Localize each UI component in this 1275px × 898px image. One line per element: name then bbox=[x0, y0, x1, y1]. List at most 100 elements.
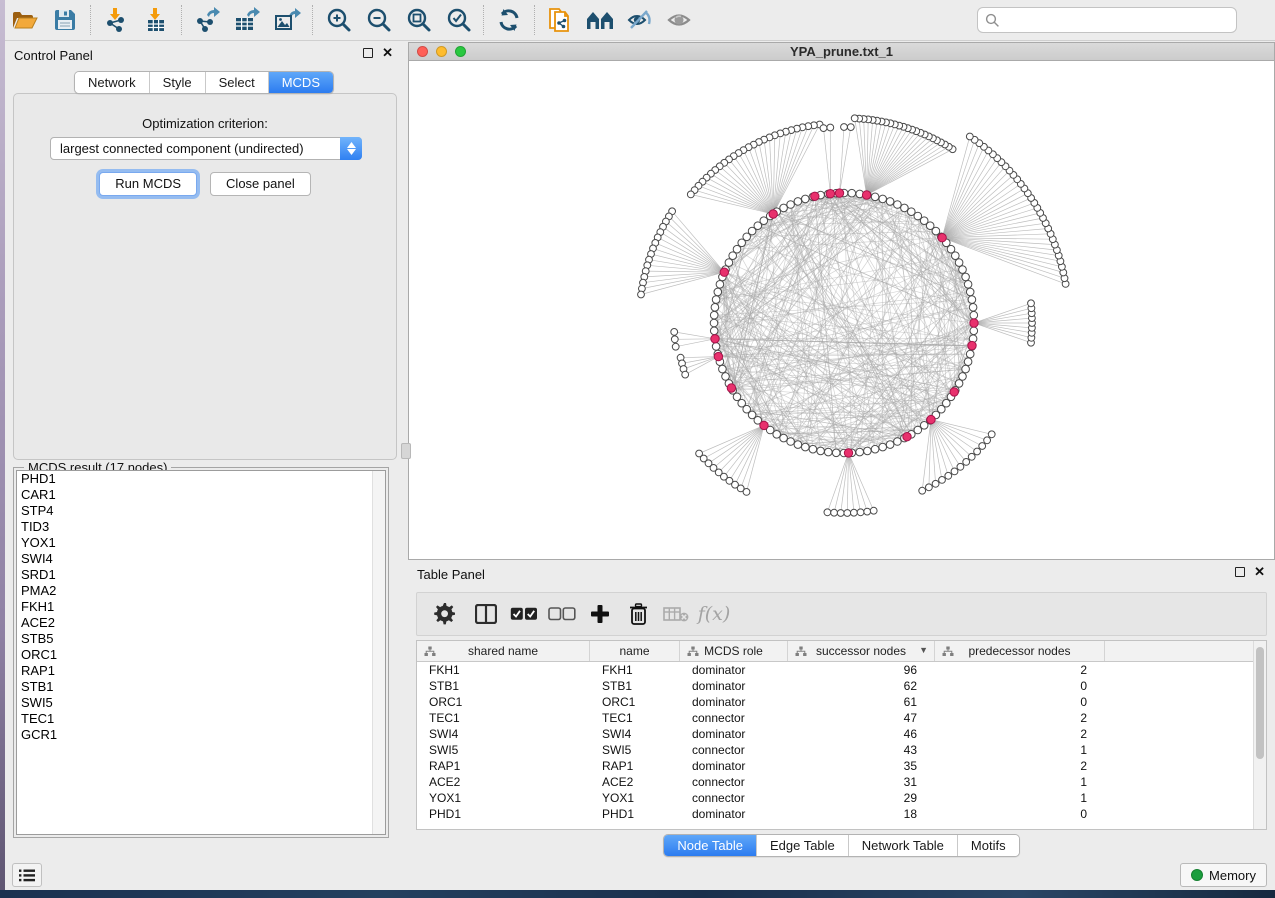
graph-node[interactable] bbox=[794, 198, 802, 206]
mcds-result-item[interactable]: YOX1 bbox=[17, 535, 385, 551]
cell-MCDS-role[interactable]: connector bbox=[680, 742, 788, 758]
table-row[interactable]: PHD1PHD1dominator180 bbox=[417, 806, 1253, 822]
splitter-grip[interactable] bbox=[401, 443, 411, 459]
graph-mcds-node[interactable] bbox=[711, 335, 719, 343]
graph-node[interactable] bbox=[919, 487, 926, 494]
graph-node[interactable] bbox=[894, 438, 902, 446]
add-column-button[interactable] bbox=[581, 595, 619, 633]
graph-node[interactable] bbox=[955, 259, 963, 267]
graph-mcds-node[interactable] bbox=[903, 433, 911, 441]
mcds-result-item[interactable]: TID3 bbox=[17, 519, 385, 535]
cell-MCDS-role[interactable]: dominator bbox=[680, 694, 788, 710]
run-mcds-button[interactable]: Run MCDS bbox=[99, 172, 197, 196]
cell-MCDS-role[interactable]: dominator bbox=[680, 806, 788, 822]
import-network-button[interactable] bbox=[96, 3, 136, 37]
cell-name[interactable]: TEC1 bbox=[590, 710, 680, 726]
zoom-out-button[interactable] bbox=[358, 3, 398, 37]
task-history-button[interactable] bbox=[12, 863, 42, 887]
cell-successor-nodes[interactable]: 61 bbox=[788, 694, 935, 710]
graph-mcds-node[interactable] bbox=[727, 384, 735, 392]
cell-MCDS-role[interactable]: dominator bbox=[680, 726, 788, 742]
cell-MCDS-role[interactable]: dominator bbox=[680, 662, 788, 678]
graph-node[interactable] bbox=[844, 510, 851, 517]
graph-node[interactable] bbox=[963, 459, 970, 466]
cell-shared-name[interactable]: ORC1 bbox=[417, 694, 590, 710]
graph-node[interactable] bbox=[871, 445, 879, 453]
graph-node[interactable] bbox=[871, 193, 879, 201]
mcds-result-item[interactable]: ORC1 bbox=[17, 647, 385, 663]
graph-node[interactable] bbox=[945, 472, 952, 479]
table-row[interactable]: TEC1TEC1connector472 bbox=[417, 710, 1253, 726]
first-neighbors-button[interactable] bbox=[580, 3, 620, 37]
graph-mcds-node[interactable] bbox=[835, 189, 843, 197]
optimization-criterion-select[interactable]: largest connected component (undirected) bbox=[50, 137, 362, 160]
graph-node[interactable] bbox=[968, 453, 975, 460]
cell-predecessor-nodes[interactable]: 1 bbox=[935, 790, 1105, 806]
graph-node[interactable] bbox=[926, 484, 933, 491]
cell-successor-nodes[interactable]: 96 bbox=[788, 662, 935, 678]
tab-network[interactable]: Network bbox=[75, 72, 149, 93]
graph-mcds-node[interactable] bbox=[844, 449, 852, 457]
mcds-result-item[interactable]: SRD1 bbox=[17, 567, 385, 583]
cell-name[interactable]: SWI4 bbox=[590, 726, 680, 742]
mcds-result-item[interactable]: PHD1 bbox=[17, 471, 385, 487]
cell-successor-nodes[interactable]: 18 bbox=[788, 806, 935, 822]
tab-style[interactable]: Style bbox=[149, 72, 205, 93]
tab-network-table[interactable]: Network Table bbox=[848, 835, 957, 856]
graph-node[interactable] bbox=[817, 447, 825, 455]
graph-node[interactable] bbox=[714, 288, 722, 296]
graph-node[interactable] bbox=[711, 304, 719, 312]
graph-node[interactable] bbox=[710, 319, 718, 327]
table-row[interactable]: SWI5SWI5connector431 bbox=[417, 742, 1253, 758]
graph-node[interactable] bbox=[827, 124, 834, 131]
graph-node[interactable] bbox=[725, 259, 733, 267]
export-image-button[interactable] bbox=[267, 3, 307, 37]
cell-MCDS-role[interactable]: dominator bbox=[680, 678, 788, 694]
column-header-MCDS-role[interactable]: MCDS role bbox=[680, 641, 788, 661]
cell-predecessor-nodes[interactable]: 0 bbox=[935, 806, 1105, 822]
graph-node[interactable] bbox=[979, 443, 986, 450]
clone-network-button[interactable] bbox=[540, 3, 580, 37]
cell-shared-name[interactable]: RAP1 bbox=[417, 758, 590, 774]
graph-node[interactable] bbox=[966, 288, 974, 296]
cell-MCDS-role[interactable]: dominator bbox=[680, 758, 788, 774]
graph-mcds-node[interactable] bbox=[760, 421, 768, 429]
column-header-predecessor-nodes[interactable]: predecessor nodes bbox=[935, 641, 1105, 661]
graph-node[interactable] bbox=[841, 124, 848, 131]
mcds-result-item[interactable]: PMA2 bbox=[17, 583, 385, 599]
cell-name[interactable]: ORC1 bbox=[590, 694, 680, 710]
table-row[interactable]: ORC1ORC1dominator610 bbox=[417, 694, 1253, 710]
graph-node[interactable] bbox=[722, 373, 730, 381]
cell-successor-nodes[interactable]: 29 bbox=[788, 790, 935, 806]
mcds-list-scrollbar[interactable] bbox=[372, 471, 385, 834]
zoom-fit-button[interactable] bbox=[398, 3, 438, 37]
graph-node[interactable] bbox=[901, 204, 909, 212]
table-row[interactable]: YOX1YOX1connector291 bbox=[417, 790, 1253, 806]
deselect-all-button[interactable] bbox=[543, 595, 581, 633]
graph-node[interactable] bbox=[856, 448, 864, 456]
graph-mcds-node[interactable] bbox=[862, 191, 870, 199]
graph-node[interactable] bbox=[824, 509, 831, 516]
apply-layout-button[interactable] bbox=[489, 3, 529, 37]
graph-node[interactable] bbox=[682, 371, 689, 378]
graph-node[interactable] bbox=[966, 133, 973, 140]
cell-predecessor-nodes[interactable]: 2 bbox=[935, 710, 1105, 726]
graph-node[interactable] bbox=[964, 281, 972, 289]
table-settings-button[interactable] bbox=[425, 595, 463, 633]
cell-successor-nodes[interactable]: 43 bbox=[788, 742, 935, 758]
close-panel-button[interactable]: Close panel bbox=[210, 172, 311, 196]
cell-shared-name[interactable]: SWI5 bbox=[417, 742, 590, 758]
column-header-name[interactable]: name bbox=[590, 641, 680, 661]
graph-node[interactable] bbox=[908, 208, 916, 216]
graph-node[interactable] bbox=[825, 448, 833, 456]
cell-name[interactable]: FKH1 bbox=[590, 662, 680, 678]
graph-mcds-node[interactable] bbox=[950, 388, 958, 396]
graph-mcds-node[interactable] bbox=[968, 341, 976, 349]
mcds-result-item[interactable]: SWI5 bbox=[17, 695, 385, 711]
tab-mcds[interactable]: MCDS bbox=[268, 72, 333, 93]
graph-node[interactable] bbox=[864, 447, 872, 455]
graph-node[interactable] bbox=[879, 443, 887, 451]
mcds-result-item[interactable]: CAR1 bbox=[17, 487, 385, 503]
graph-node[interactable] bbox=[959, 373, 967, 381]
graph-mcds-node[interactable] bbox=[826, 190, 834, 198]
